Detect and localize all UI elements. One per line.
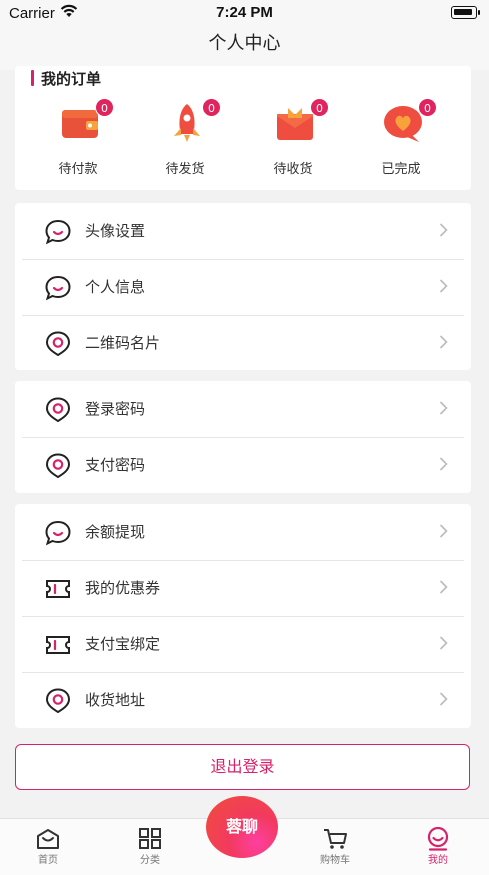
row-label: 个人信息 [85, 278, 146, 296]
grid-icon [139, 828, 161, 849]
page-title: 个人中心 [208, 33, 281, 54]
chat-fab-button[interactable]: 蓉聊 [206, 796, 278, 858]
tab-mine[interactable]: 我的 [398, 819, 478, 869]
location-pin-icon [45, 453, 71, 479]
logout-button[interactable]: 退出登录 [15, 744, 470, 790]
location-pin-icon [45, 397, 71, 423]
order-label: 待收货 [273, 162, 313, 177]
row-qr-card[interactable]: 二维码名片 [22, 315, 464, 370]
order-count-badge: 0 [202, 98, 221, 117]
tab-home[interactable]: 首页 [8, 819, 88, 869]
home-icon [37, 829, 59, 849]
order-count-badge: 0 [418, 98, 437, 117]
chevron-right-icon [439, 335, 448, 349]
chevron-right-icon [439, 279, 448, 293]
profile-icon [427, 827, 449, 851]
tab-cart[interactable]: 购物车 [295, 819, 375, 869]
order-pending-receipt[interactable]: 0 待收货 [243, 96, 343, 186]
chevron-right-icon [439, 401, 448, 415]
row-balance-withdraw[interactable]: 余额提现 [22, 504, 464, 560]
chevron-right-icon [439, 223, 448, 237]
order-label: 待付款 [58, 162, 98, 177]
orders-section-title: 我的订单 [31, 68, 101, 89]
location-pin-icon [45, 688, 71, 714]
chevron-right-icon [439, 636, 448, 650]
row-label: 登录密码 [85, 400, 146, 418]
ticket-icon [46, 636, 70, 654]
tab-label: 购物车 [320, 855, 350, 866]
status-bar: Carrier 7:24 PM [0, 0, 489, 26]
tab-label: 我的 [428, 855, 448, 866]
chevron-right-icon [439, 692, 448, 706]
chevron-right-icon [439, 524, 448, 538]
chat-bubble-icon [45, 219, 71, 245]
chat-bubble-icon [45, 275, 71, 301]
cart-icon [324, 829, 347, 849]
row-avatar-settings[interactable]: 头像设置 [22, 203, 464, 259]
row-label: 余额提现 [85, 523, 146, 541]
row-label: 二维码名片 [85, 334, 161, 352]
tab-label: 分类 [140, 855, 160, 866]
battery-icon [451, 6, 480, 19]
ticket-icon [46, 580, 70, 598]
location-pin-icon [45, 331, 71, 357]
row-alipay-binding[interactable]: 支付宝绑定 [22, 616, 464, 672]
row-shipping-address[interactable]: 收货地址 [22, 672, 464, 728]
row-label: 收货地址 [85, 691, 146, 709]
row-login-password[interactable]: 登录密码 [22, 381, 464, 437]
row-label: 我的优惠券 [85, 579, 161, 597]
chevron-right-icon [439, 580, 448, 594]
nav-bar: 个人中心 [0, 26, 489, 70]
row-label: 支付宝绑定 [85, 635, 161, 653]
settings-group-passwords: 登录密码 支付密码 [15, 381, 471, 493]
order-count-badge: 0 [95, 98, 114, 117]
order-pending-shipment[interactable]: 0 待发货 [135, 96, 235, 186]
tab-label: 首页 [38, 855, 58, 866]
chevron-right-icon [439, 457, 448, 471]
chat-bubble-icon [45, 520, 71, 546]
order-label: 已完成 [381, 162, 421, 177]
order-label: 待发货 [165, 162, 205, 177]
settings-group-finance: 余额提现 我的优惠券 支付宝绑定 收货地址 [15, 504, 471, 728]
row-label: 头像设置 [85, 222, 146, 240]
row-personal-info[interactable]: 个人信息 [22, 259, 464, 315]
order-pending-payment[interactable]: 0 待付款 [28, 96, 128, 186]
row-label: 支付密码 [85, 456, 146, 474]
orders-card: 我的订单 0 待付款 0 待发货 0 待收货 0 已完成 [15, 66, 471, 190]
row-payment-password[interactable]: 支付密码 [22, 437, 464, 493]
row-my-coupons[interactable]: 我的优惠券 [22, 560, 464, 616]
order-count-badge: 0 [310, 98, 329, 117]
settings-group-profile: 头像设置 个人信息 二维码名片 [15, 203, 471, 370]
clock: 7:24 PM [216, 4, 273, 21]
order-completed[interactable]: 0 已完成 [351, 96, 451, 186]
tab-category[interactable]: 分类 [110, 819, 190, 869]
